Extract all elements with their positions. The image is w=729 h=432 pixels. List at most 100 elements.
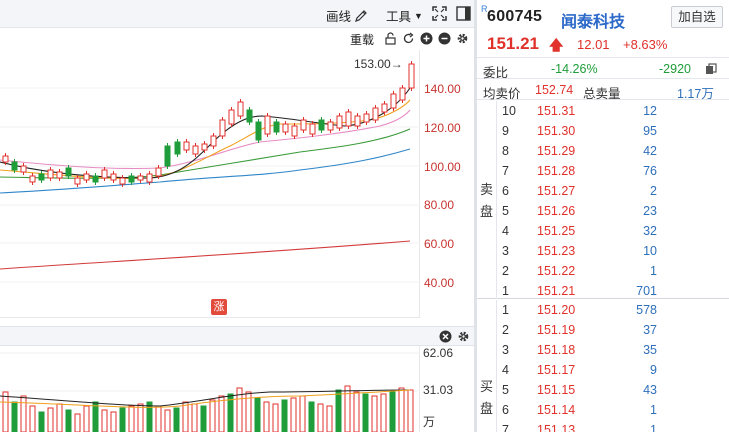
volume-bar	[128, 405, 135, 432]
volume-settings-gear-icon[interactable]	[457, 330, 470, 343]
refresh-icon[interactable]	[402, 32, 415, 45]
level-price: 151.20	[537, 303, 576, 317]
level-number: 5	[502, 204, 509, 218]
volume-bar	[272, 403, 279, 432]
draw-line-button[interactable]: 画线	[326, 6, 368, 25]
level-price: 151.18	[537, 343, 576, 357]
candle	[164, 145, 171, 167]
candle	[65, 167, 72, 177]
volume-bar	[380, 393, 387, 432]
volume-bar	[362, 393, 369, 432]
candle	[408, 63, 415, 89]
tools-menu-button[interactable]: 工具 ▼	[386, 6, 423, 25]
buy-level-row[interactable]: 2 151.19 37	[477, 320, 729, 341]
level-number: 1	[502, 284, 509, 298]
level-number: 10	[502, 104, 516, 118]
candle	[101, 169, 108, 179]
close-icon[interactable]	[439, 330, 452, 343]
add-watchlist-button[interactable]: 加自选	[671, 6, 723, 28]
buy-level-row[interactable]: 7 151.13 1	[477, 420, 729, 432]
volume-axis-label: 31.03	[423, 383, 454, 397]
level-number: 7	[502, 423, 509, 432]
candle	[390, 93, 397, 109]
buy-level-row[interactable]: 3 151.18 35	[477, 340, 729, 361]
level-number: 8	[502, 144, 509, 158]
volume-bar	[47, 407, 54, 432]
level-volume: 9	[650, 363, 657, 377]
candle	[210, 135, 217, 147]
buy-level-row[interactable]: 1 151.20 578	[477, 300, 729, 321]
buy-level-row[interactable]: 4 151.17 9	[477, 360, 729, 381]
volume-bar	[137, 403, 144, 432]
candle	[119, 177, 126, 185]
buy-level-row[interactable]: 5 151.15 43	[477, 380, 729, 401]
candle	[192, 145, 199, 155]
sell-level-row[interactable]: 7 151.28 76	[477, 161, 729, 182]
volume-bar	[290, 397, 297, 432]
sell-level-row[interactable]: 8 151.29 42	[477, 141, 729, 162]
restore-button[interactable]: 重载	[350, 31, 374, 48]
level-volume: 2	[650, 184, 657, 198]
level-price: 151.22	[537, 264, 576, 278]
level-number: 3	[502, 343, 509, 357]
ma-black-line	[0, 87, 411, 179]
ma-blue-line	[0, 148, 411, 194]
level-price: 151.31	[537, 104, 576, 118]
sell-level-row[interactable]: 10 151.31 12	[477, 101, 729, 122]
buy-level-row[interactable]: 6 151.14 1	[477, 400, 729, 421]
volume-bar	[173, 407, 180, 432]
sell-level-row[interactable]: 6 151.27 2	[477, 181, 729, 202]
level-price: 151.15	[537, 383, 576, 397]
ma-green-line	[0, 128, 411, 179]
y-axis-label: 40.00	[424, 276, 455, 290]
candle	[174, 141, 181, 155]
sell-level-row[interactable]: 5 151.26 23	[477, 201, 729, 222]
ratio-value: -14.26%	[551, 62, 598, 76]
unlock-icon[interactable]	[384, 32, 397, 45]
sell-level-row[interactable]: 3 151.23 10	[477, 241, 729, 262]
candle	[219, 119, 226, 137]
level-number: 6	[502, 403, 509, 417]
candle	[300, 119, 307, 131]
level-number: 9	[502, 124, 509, 138]
level-volume: 1	[650, 403, 657, 417]
chart-subtoolbar: 重载	[0, 28, 474, 50]
fullscreen-icon[interactable]	[432, 6, 447, 21]
volume-bar	[74, 413, 81, 432]
volume-bar	[209, 399, 216, 432]
volume-bar	[200, 405, 207, 432]
volume-bar	[2, 391, 9, 432]
quote-panel: R 600745 闻泰科技 加自选 151.21 🡅 12.01 +8.63% …	[477, 0, 729, 432]
zoom-in-icon[interactable]	[420, 32, 433, 45]
sell-level-row[interactable]: 4 151.25 32	[477, 221, 729, 242]
volume-bar	[353, 391, 360, 432]
level-price: 151.27	[537, 184, 576, 198]
sell-level-row[interactable]: 2 151.22 1	[477, 261, 729, 282]
sell-level-row[interactable]: 1 151.21 701	[477, 281, 729, 302]
copy-icon[interactable]	[705, 63, 717, 75]
settings-gear-icon[interactable]	[456, 32, 469, 45]
volume-bar	[299, 395, 306, 432]
panel-toggle-icon[interactable]	[456, 6, 471, 21]
candle	[273, 121, 280, 133]
volume-svg	[0, 352, 420, 432]
candle	[47, 169, 54, 179]
volume-axis-label: 62.06	[423, 346, 454, 360]
tools-label: 工具	[386, 10, 412, 24]
level-number: 2	[502, 323, 509, 337]
zoom-out-icon[interactable]	[438, 32, 451, 45]
volume-bar	[110, 411, 117, 432]
avg-sell-label: 均卖价	[483, 87, 521, 101]
volume-chart[interactable]	[0, 346, 420, 432]
volume-bar	[335, 389, 342, 432]
volume-bar	[101, 409, 108, 432]
candlestick-chart[interactable]: 153.00→ 涨	[0, 50, 420, 318]
avg-sell-row: 均卖价 152.74 总卖量 1.17万	[477, 80, 729, 101]
level-price: 151.17	[537, 363, 576, 377]
candle	[83, 173, 90, 181]
sell-order-book: 卖盘 10 151.31 12 9 151.30 95 8 151.29 42 7 151.28 76…	[477, 101, 729, 299]
sell-level-row[interactable]: 9 151.30 95	[477, 121, 729, 142]
stock-name[interactable]: 闻泰科技	[561, 8, 625, 32]
candle	[246, 109, 253, 123]
volume-bar	[263, 401, 270, 432]
